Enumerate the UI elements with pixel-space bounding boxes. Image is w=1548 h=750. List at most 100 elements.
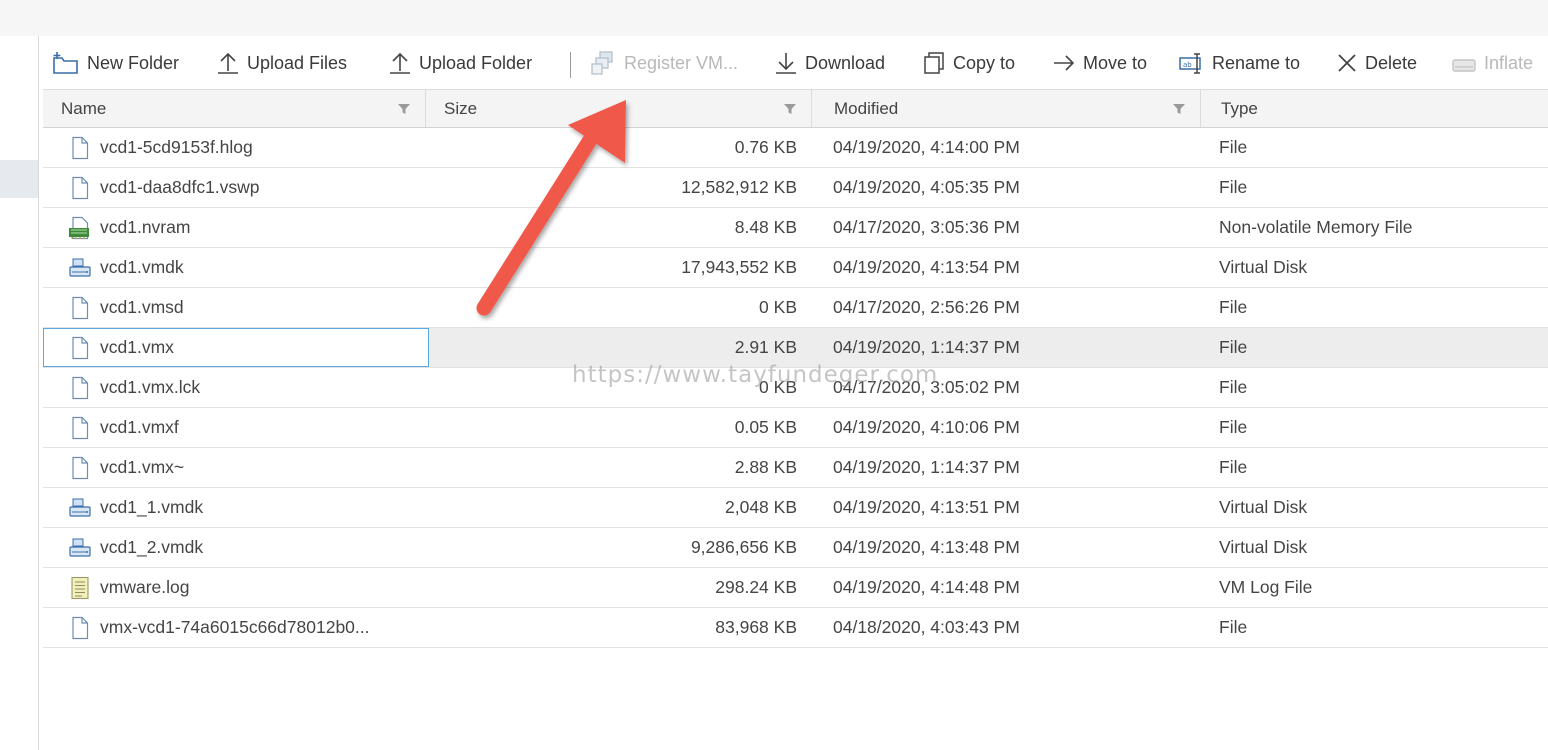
inflate-disk-icon [1452,59,1476,72]
table-row[interactable]: vcd1_2.vmdk 9,286,656 KB 04/19/2020, 4:13:… [43,528,1548,568]
file-name-cell[interactable]: vcd1.nvram [43,208,429,247]
new-folder-icon [53,52,78,74]
file-name-cell[interactable]: vcd1_2.vmdk [43,528,429,567]
file-name: vcd1-5cd9153f.hlog [100,137,253,157]
file-type-cell: File [1219,377,1248,397]
file-name-cell[interactable]: vcd1.vmx [43,328,429,367]
file-size-cell: 2,048 KB [725,497,797,517]
grid-body: vcd1-5cd9153f.hlog 0.76 KB 04/19/2020, 4:1… [43,128,1548,648]
file-icon [68,616,92,640]
column-header-type[interactable]: Type [1201,90,1548,127]
column-header-modified[interactable]: Modified [812,90,1201,127]
file-name-cell[interactable]: vcd1.vmxf [43,408,429,447]
file-icon [68,416,92,440]
file-size-cell: 298.24 KB [715,577,797,597]
inflate-button[interactable]: Inflate [1451,50,1533,76]
file-modified-cell: 04/19/2020, 1:14:37 PM [833,457,1020,477]
filter-icon[interactable] [1172,103,1186,115]
arrow-right-icon [1054,55,1075,71]
file-name-cell[interactable]: vcd1.vmdk [43,248,429,287]
file-icon [68,136,92,160]
file-name-cell[interactable]: vmware.log [43,568,429,607]
column-size-label: Size [444,98,478,118]
table-row[interactable]: vcd1_1.vmdk 2,048 KB 04/19/2020, 4:13:51 P… [43,488,1548,528]
download-button[interactable]: Download [774,50,885,76]
table-row[interactable]: vcd1.vmdk 17,943,552 KB 04/19/2020, 4:13:5… [43,248,1548,288]
new-folder-button[interactable]: New Folder [52,50,179,76]
file-type-cell: File [1219,297,1248,317]
table-row[interactable]: vcd1-daa8dfc1.vswp 12,582,912 KB 04/19/202… [43,168,1548,208]
file-name: vcd1.vmxf [100,417,179,437]
file-size-cell: 8.48 KB [734,217,797,237]
move-to-button[interactable]: Move to [1052,50,1147,76]
copy-to-button[interactable]: Copy to [922,50,1015,76]
file-icon [68,176,92,200]
navigator-selected-item[interactable] [0,160,38,198]
file-modified-cell: 04/19/2020, 4:10:06 PM [833,417,1020,437]
file-size-cell: 0.76 KB [734,137,797,157]
toolbar-divider [570,52,571,78]
filter-icon[interactable] [397,103,411,115]
file-type-cell: File [1219,137,1248,157]
upload-folder-button[interactable]: Upload Folder [388,50,532,76]
file-toolbar: New Folder Upload Files Upload Folder Re… [40,36,1548,89]
copy-icon [924,52,944,74]
upload-folder-icon [390,52,410,74]
file-name-cell[interactable]: vcd1-daa8dfc1.vswp [43,168,429,207]
column-name-label: Name [61,98,107,118]
table-row[interactable]: vcd1-5cd9153f.hlog 0.76 KB 04/19/2020, 4:1… [43,128,1548,168]
table-row[interactable]: vcd1.vmx~ 2.88 KB 04/19/2020, 1:14:37 PM Fi… [43,448,1548,488]
file-name-cell[interactable]: vcd1-5cd9153f.hlog [43,128,429,167]
column-header-size[interactable]: Size [426,90,812,127]
table-row[interactable]: vcd1.vmxf 0.05 KB 04/19/2020, 4:10:06 PM Fi… [43,408,1548,448]
table-row[interactable]: vcd1.vmx.lck 0 KB 04/17/2020, 3:05:02 PM Fi… [43,368,1548,408]
file-type-cell: VM Log File [1219,577,1313,597]
inflate-label: Inflate [1484,52,1534,73]
file-size-cell: 0 KB [759,377,797,397]
file-grid: Name Size Modified Type vcd1-5cd9153f.hl… [43,89,1548,648]
filter-icon[interactable] [783,103,797,115]
file-type-cell: Virtual Disk [1219,537,1308,557]
file-size-cell: 12,582,912 KB [681,177,797,197]
file-name-cell[interactable]: vmx-vcd1-74a6015c66d78012b0... [43,608,429,647]
file-size-cell: 2.88 KB [734,457,797,477]
grid-header: Name Size Modified Type [43,89,1548,128]
upload-files-button[interactable]: Upload Files [216,50,347,76]
file-type-cell: Virtual Disk [1219,497,1308,517]
table-row[interactable]: vmware.log 298.24 KB 04/19/2020, 4:14:48 P… [43,568,1548,608]
delete-button[interactable]: Delete [1336,50,1417,76]
file-name-cell[interactable]: vcd1_1.vmdk [43,488,429,527]
register-vm-button[interactable]: Register VM... [591,50,738,76]
table-row[interactable]: vmx-vcd1-74a6015c66d78012b0... 83,968 KB 0… [43,608,1548,648]
file-name-cell[interactable]: vcd1.vmsd [43,288,429,327]
file-type-cell: File [1219,457,1248,477]
file-size-cell: 17,943,552 KB [681,257,797,277]
file-size-cell: 0.05 KB [734,417,797,437]
file-name-cell[interactable]: vcd1.vmx.lck [43,368,429,407]
move-to-label: Move to [1083,52,1148,73]
file-modified-cell: 04/19/2020, 4:14:00 PM [833,137,1020,157]
file-size-cell: 83,968 KB [715,617,797,637]
file-modified-cell: 04/19/2020, 4:05:35 PM [833,177,1020,197]
file-modified-cell: 04/19/2020, 1:14:37 PM [833,337,1020,357]
rename-to-button[interactable]: ab Rename to [1179,50,1300,76]
rename-icon: ab [1179,53,1201,74]
file-modified-cell: 04/19/2020, 4:13:48 PM [833,537,1020,557]
file-name: vmware.log [100,577,190,597]
column-header-name[interactable]: Name [43,90,426,127]
upload-folder-label: Upload Folder [419,52,533,73]
file-modified-cell: 04/19/2020, 4:13:51 PM [833,497,1020,517]
log-file-icon [68,576,92,600]
file-modified-cell: 04/17/2020, 3:05:02 PM [833,377,1020,397]
file-modified-cell: 04/19/2020, 4:14:48 PM [833,577,1020,597]
file-type-cell: Virtual Disk [1219,257,1308,277]
file-name: vcd1_1.vmdk [100,497,204,517]
table-row[interactable]: vcd1.vmx 2.91 KB 04/19/2020, 1:14:37 PM Fil… [43,328,1548,368]
table-row[interactable]: vcd1.nvram 8.48 KB 04/17/2020, 3:05:36 PM N… [43,208,1548,248]
table-row[interactable]: vcd1.vmsd 0 KB 04/17/2020, 2:56:26 PM File [43,288,1548,328]
file-modified-cell: 04/17/2020, 2:56:26 PM [833,297,1020,317]
column-modified-label: Modified [834,98,899,118]
virtual-disk-icon [68,496,92,520]
file-type-cell: File [1219,417,1248,437]
file-name-cell[interactable]: vcd1.vmx~ [43,448,429,487]
